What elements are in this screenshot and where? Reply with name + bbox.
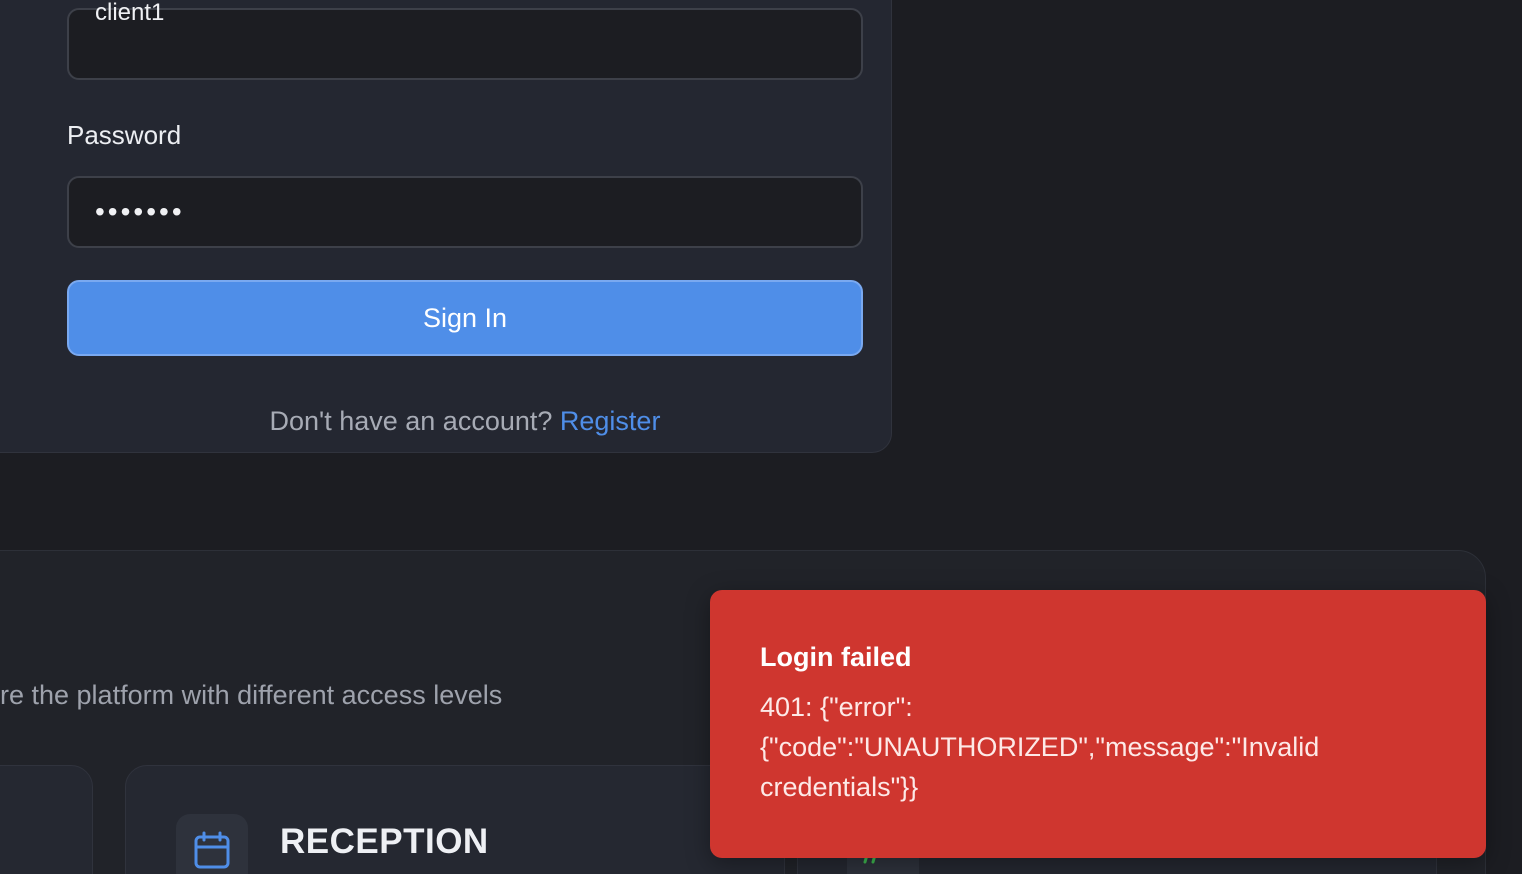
password-value: ••••••• [95, 196, 185, 227]
toast-title: Login failed [760, 642, 912, 672]
calendar-icon [176, 814, 248, 874]
role-title: RECEPTION [280, 822, 489, 861]
role-card[interactable] [0, 765, 93, 874]
username-input[interactable]: client1 [67, 0, 863, 80]
password-input[interactable]: ••••••• [67, 176, 863, 248]
roles-subtitle: re the platform with different access le… [0, 680, 503, 710]
register-row: Don't have an account? Register [67, 406, 863, 437]
register-link[interactable]: Register [560, 406, 661, 436]
error-toast: Login failed 401: {"error":{"code":"UNAU… [710, 590, 1486, 858]
password-label: Password [67, 120, 182, 150]
page: client1 Password ••••••• Sign In Don't h… [0, 0, 1522, 874]
register-prompt: Don't have an account? [269, 406, 553, 436]
sign-in-button[interactable]: Sign In [67, 280, 863, 356]
username-value: client1 [95, 0, 165, 26]
toast-message: 401: {"error":{"code":"UNAUTHORIZED","me… [760, 692, 1320, 802]
